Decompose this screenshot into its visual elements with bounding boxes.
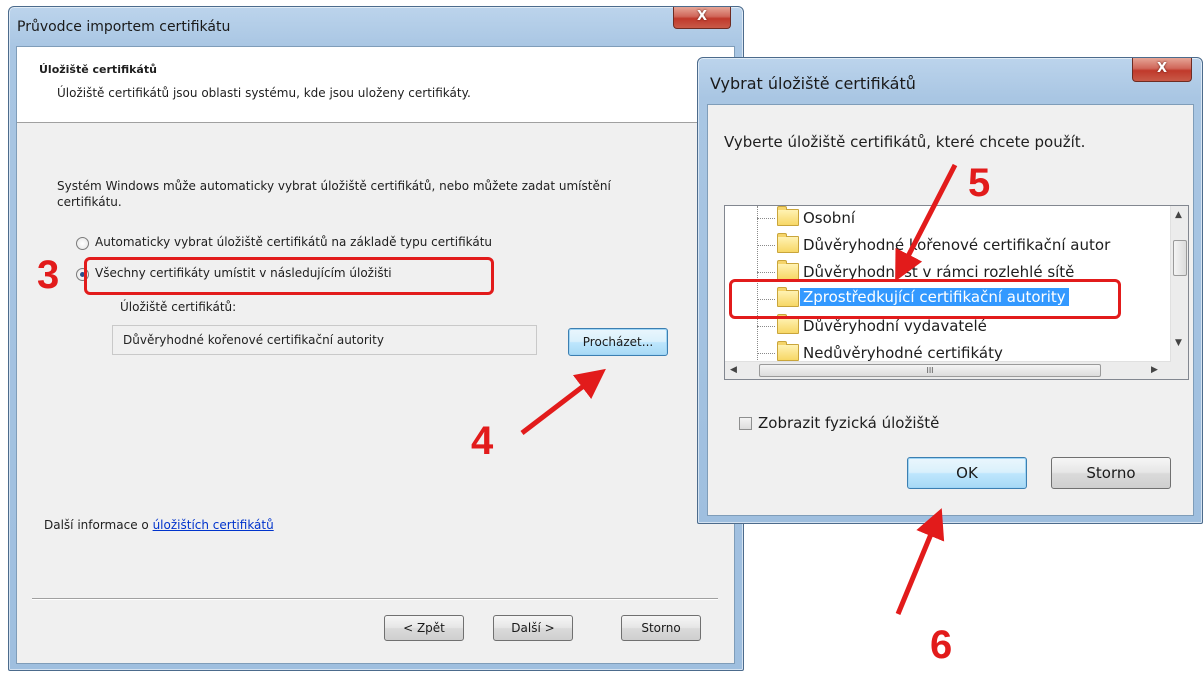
arrow-step-5 <box>895 163 958 282</box>
annotation-arrows <box>520 163 958 615</box>
arrow-step-6 <box>895 508 945 615</box>
arrow-step-4 <box>520 368 606 435</box>
